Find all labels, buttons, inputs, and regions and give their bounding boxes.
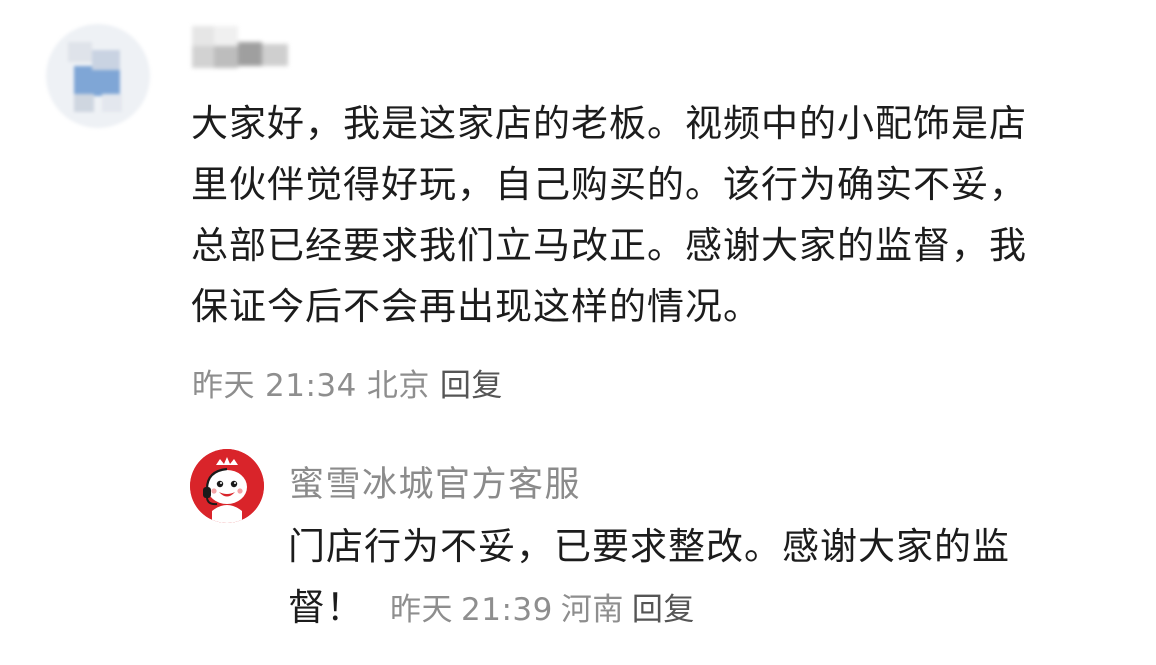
comment-body: 大家好，我是这家店的老板。视频中的小配饰是店 里伙伴觉得好玩，自己购买的。该行为… (191, 93, 1121, 337)
reply-line: 督！ (288, 586, 364, 629)
reply-author-name[interactable]: 蜜雪冰城官方客服 (289, 456, 581, 507)
reply-line-with-meta: 督！ 昨天 21:39 河南 回复 (288, 577, 1108, 641)
comment-line: 保证今后不会再出现这样的情况。 (191, 285, 761, 328)
commenter-avatar-blurred[interactable] (46, 24, 150, 128)
comment-time: 21:34 (265, 368, 357, 404)
reply-meta: 昨天 21:39 河南 回复 (390, 592, 703, 628)
comment-reply-button[interactable]: 回复 (440, 368, 503, 404)
reply-date: 昨天 (390, 592, 453, 628)
comment-location: 北京 (366, 368, 430, 404)
comment-line: 大家好，我是这家店的老板。视频中的小配饰是店 (191, 102, 1027, 145)
comment-date: 昨天 (192, 368, 255, 404)
commenter-name-blurred[interactable] (192, 26, 290, 72)
reply-time: 21:39 (461, 592, 553, 628)
mascot-icon (190, 449, 264, 523)
reply-body: 门店行为不妥，已要求整改。感谢大家的监 督！ 昨天 21:39 河南 回复 (288, 516, 1108, 641)
comment-line: 总部已经要求我们立马改正。感谢大家的监督，我 (191, 224, 1027, 267)
comment-meta: 昨天 21:34 北京 回复 (192, 360, 513, 405)
reply-reply-button[interactable]: 回复 (632, 592, 695, 628)
reply-line: 门店行为不妥，已要求整改。感谢大家的监 (288, 525, 1010, 568)
comment-line: 里伙伴觉得好玩，自己购买的。该行为确实不妥， (191, 163, 1027, 206)
reply-location: 河南 (560, 592, 624, 628)
reply-avatar[interactable] (190, 449, 264, 523)
